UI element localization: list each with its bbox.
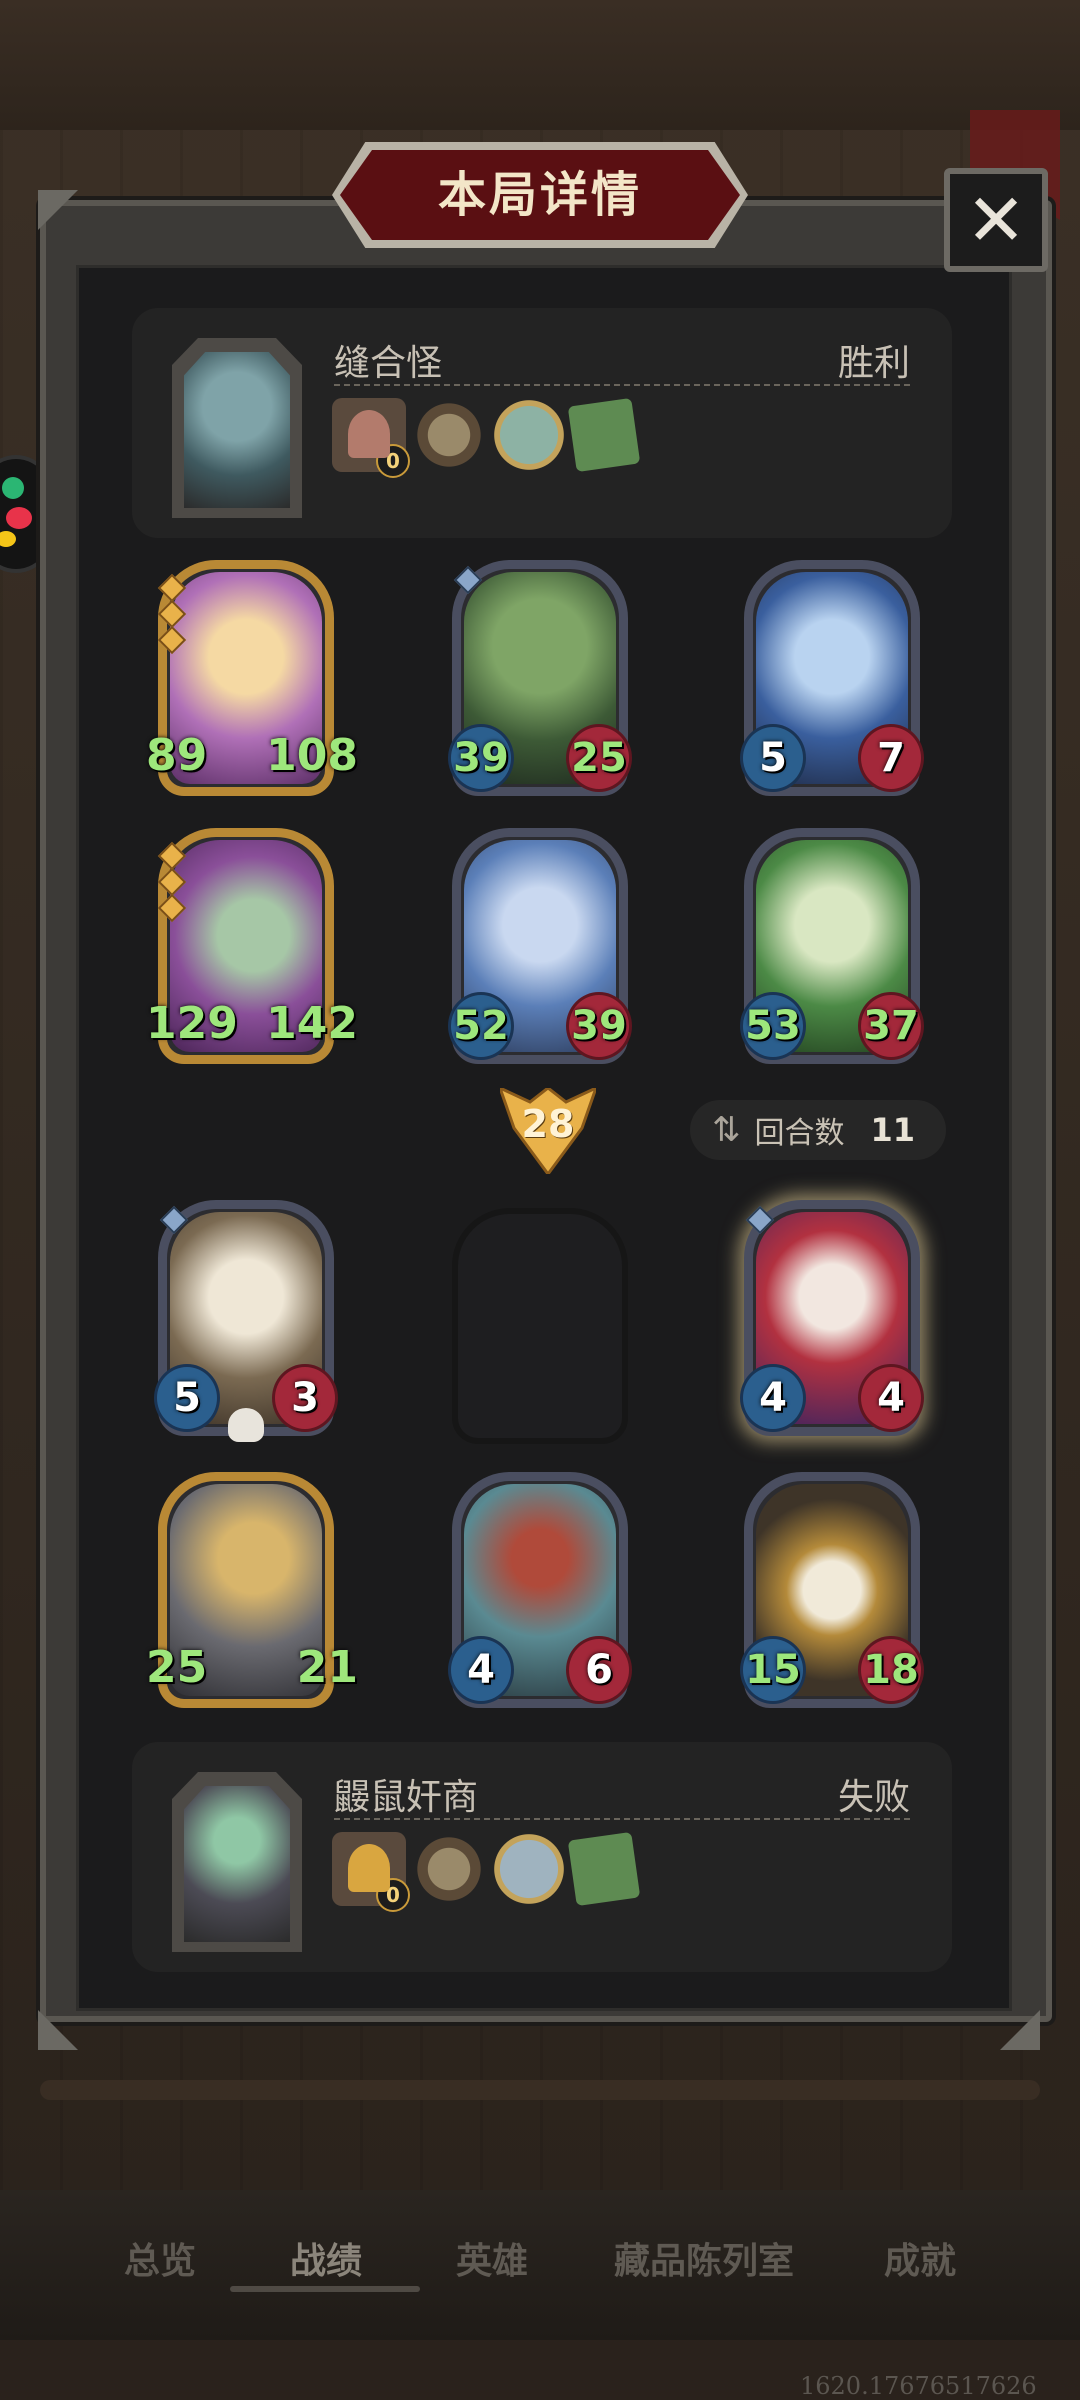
tab-achievements[interactable]: 成就	[884, 2232, 956, 2284]
health-value: 142	[266, 997, 358, 1049]
top-player-name: 缝合怪	[334, 343, 443, 384]
attack-value: 4	[448, 1636, 514, 1704]
top-player-result: 胜利	[837, 343, 910, 384]
active-tab-indicator	[230, 2286, 420, 2292]
attack-value: 15	[740, 1636, 806, 1704]
attack-value: 52	[448, 992, 514, 1060]
divider	[334, 384, 910, 386]
top-player-avatar[interactable]	[172, 338, 302, 518]
green-book-icon[interactable]	[567, 1831, 641, 1907]
round-label: 回合数	[754, 1116, 845, 1151]
round-counter: ⇅ 回合数 11	[690, 1100, 946, 1160]
health-value: 25	[566, 724, 632, 792]
dialog-title: 本局详情	[437, 167, 642, 223]
bottom-player-panel: 鼹鼠奸商 失败 0	[132, 1742, 952, 1972]
minion-card[interactable]: 15 18	[740, 1472, 924, 1708]
minion-card[interactable]: 5 3	[154, 1200, 338, 1442]
tab-records[interactable]: 战绩	[290, 2232, 362, 2284]
minion-card[interactable]: 5 7	[740, 560, 924, 796]
attack-value: 39	[448, 724, 514, 792]
build-id: 1620.17676517626	[800, 2372, 1037, 2400]
attack-value: 4	[740, 1364, 806, 1432]
empty-minion-slot	[452, 1208, 628, 1444]
minion-card[interactable]: 4 6	[448, 1472, 632, 1708]
health-value: 108	[266, 729, 358, 781]
green-book-icon[interactable]	[567, 397, 641, 473]
health-value: 6	[566, 1636, 632, 1704]
health-value: 4	[858, 1364, 924, 1432]
bottom-player-avatar[interactable]	[172, 1772, 302, 1952]
minion-card[interactable]: 4 4	[740, 1200, 924, 1436]
health-value: 7	[858, 724, 924, 792]
mirror-orb-icon[interactable]	[492, 1832, 566, 1906]
attack-value: 25	[146, 1641, 208, 1693]
round-value: 11	[870, 1111, 916, 1149]
gold-count: 0	[376, 444, 410, 478]
health-value: 18	[858, 1636, 924, 1704]
attack-value: 89	[146, 729, 208, 781]
minion-card[interactable]: 129 142	[146, 828, 358, 1064]
health-value: 3	[272, 1364, 338, 1432]
minion-card[interactable]: 25 21	[146, 1472, 358, 1708]
tab-collection-gallery[interactable]: 藏品陈列室	[614, 2232, 794, 2284]
attack-value: 5	[154, 1364, 220, 1432]
tab-overview[interactable]: 总览	[124, 2232, 196, 2284]
top-player-items: 0	[332, 397, 641, 478]
minion-card[interactable]: 39 25	[448, 560, 632, 796]
health-value: 21	[296, 1641, 358, 1693]
divider	[334, 1818, 910, 1820]
bottom-player-name: 鼹鼠奸商	[334, 1777, 479, 1818]
damage-badge: 28	[500, 1088, 596, 1174]
compass-icon[interactable]	[412, 1832, 486, 1906]
swap-icon: ⇅	[712, 1110, 741, 1150]
gold-house-icon[interactable]: 0	[332, 1832, 410, 1912]
top-bar	[0, 0, 1080, 130]
sword-orb-icon[interactable]	[492, 398, 566, 472]
close-button[interactable]: ✕	[944, 168, 1048, 272]
skull-icon	[228, 1408, 264, 1442]
minion-card[interactable]: 52 39	[448, 828, 632, 1064]
attack-value: 129	[146, 997, 238, 1049]
house-icon[interactable]: 0	[332, 398, 410, 478]
attack-value: 53	[740, 992, 806, 1060]
bottom-player-items: 0	[332, 1831, 641, 1912]
damage-value: 28	[521, 1102, 575, 1146]
shelf-decoration	[40, 2080, 1040, 2100]
minion-card[interactable]: 89 108	[146, 560, 358, 796]
gold-count: 0	[376, 1878, 410, 1912]
health-value: 37	[858, 992, 924, 1060]
attack-value: 5	[740, 724, 806, 792]
compass-icon[interactable]	[412, 398, 486, 472]
health-value: 39	[566, 992, 632, 1060]
tab-heroes[interactable]: 英雄	[456, 2232, 528, 2284]
bottom-player-result: 失败	[837, 1777, 910, 1818]
top-player-panel: 缝合怪 胜利 0	[132, 308, 952, 538]
close-icon: ✕	[965, 178, 1027, 262]
minion-card[interactable]: 53 37	[740, 828, 924, 1064]
